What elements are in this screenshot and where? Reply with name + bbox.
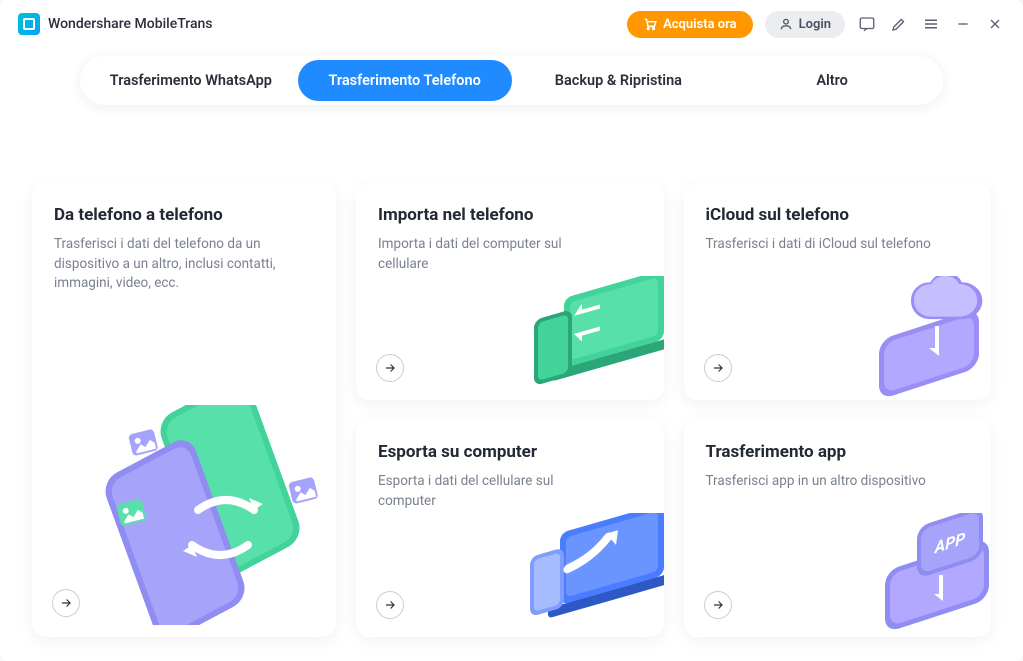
card-title: Trasferimento app [706, 442, 970, 462]
minimize-icon[interactable] [953, 14, 973, 34]
card-desc: Importa i dati del computer sul cellular… [378, 235, 608, 274]
content: Da telefono a telefono Trasferisci i dat… [0, 105, 1023, 661]
arrow-button[interactable] [376, 591, 404, 619]
app-badge-text: APP [934, 529, 966, 558]
buy-button[interactable]: Acquista ora [627, 11, 753, 38]
tab-phone-transfer[interactable]: Trasferimento Telefono [298, 60, 512, 101]
login-label: Login [799, 17, 831, 32]
arrow-button[interactable] [704, 354, 732, 382]
buy-label: Acquista ora [663, 17, 737, 32]
app-window: Wondershare MobileTrans Acquista ora Log… [0, 0, 1023, 661]
tab-whatsapp[interactable]: Trasferimento WhatsApp [84, 60, 298, 101]
cart-icon [643, 17, 657, 31]
close-icon[interactable] [985, 14, 1005, 34]
app-logo-icon [18, 13, 40, 35]
card-export[interactable]: Esporta su computer Esporta i dati del c… [356, 420, 664, 637]
menu-icon[interactable] [921, 14, 941, 34]
tabs-row: Trasferimento WhatsApp Trasferimento Tel… [0, 48, 1023, 105]
illustration-export-icon [504, 513, 664, 637]
card-title: iCloud sul telefono [706, 205, 970, 225]
card-desc: Trasferisci i dati di iCloud sul telefon… [706, 235, 936, 255]
card-title: Importa nel telefono [378, 205, 642, 225]
arrow-button[interactable] [376, 354, 404, 382]
illustration-phone-to-phone-icon [98, 405, 336, 625]
card-title: Esporta su computer [378, 442, 642, 462]
illustration-icloud-icon [831, 276, 991, 400]
illustration-apps-icon: APP [831, 513, 991, 637]
card-phone-to-phone[interactable]: Da telefono a telefono Trasferisci i dat… [32, 183, 336, 637]
edit-icon[interactable] [889, 14, 909, 34]
card-import[interactable]: Importa nel telefono Importa i dati del … [356, 183, 664, 400]
feedback-icon[interactable] [857, 14, 877, 34]
app-title: Wondershare MobileTrans [48, 16, 213, 32]
card-apps[interactable]: Trasferimento app Trasferisci app in un … [684, 420, 992, 637]
card-title: Da telefono a telefono [54, 205, 314, 225]
tab-other[interactable]: Altro [725, 60, 939, 101]
card-desc: Esporta i dati del cellulare sul compute… [378, 472, 608, 511]
arrow-button[interactable] [704, 591, 732, 619]
illustration-import-icon [504, 276, 664, 400]
tabs: Trasferimento WhatsApp Trasferimento Tel… [80, 56, 943, 105]
card-desc: Trasferisci i dati del telefono da un di… [54, 235, 284, 294]
titlebar: Wondershare MobileTrans Acquista ora Log… [0, 0, 1023, 48]
arrow-button[interactable] [52, 589, 80, 617]
tab-backup-restore[interactable]: Backup & Ripristina [512, 60, 726, 101]
login-button[interactable]: Login [765, 11, 845, 38]
user-icon [779, 17, 793, 31]
titlebar-right: Acquista ora Login [627, 11, 1005, 38]
card-icloud[interactable]: iCloud sul telefono Trasferisci i dati d… [684, 183, 992, 400]
card-desc: Trasferisci app in un altro dispositivo [706, 472, 936, 492]
